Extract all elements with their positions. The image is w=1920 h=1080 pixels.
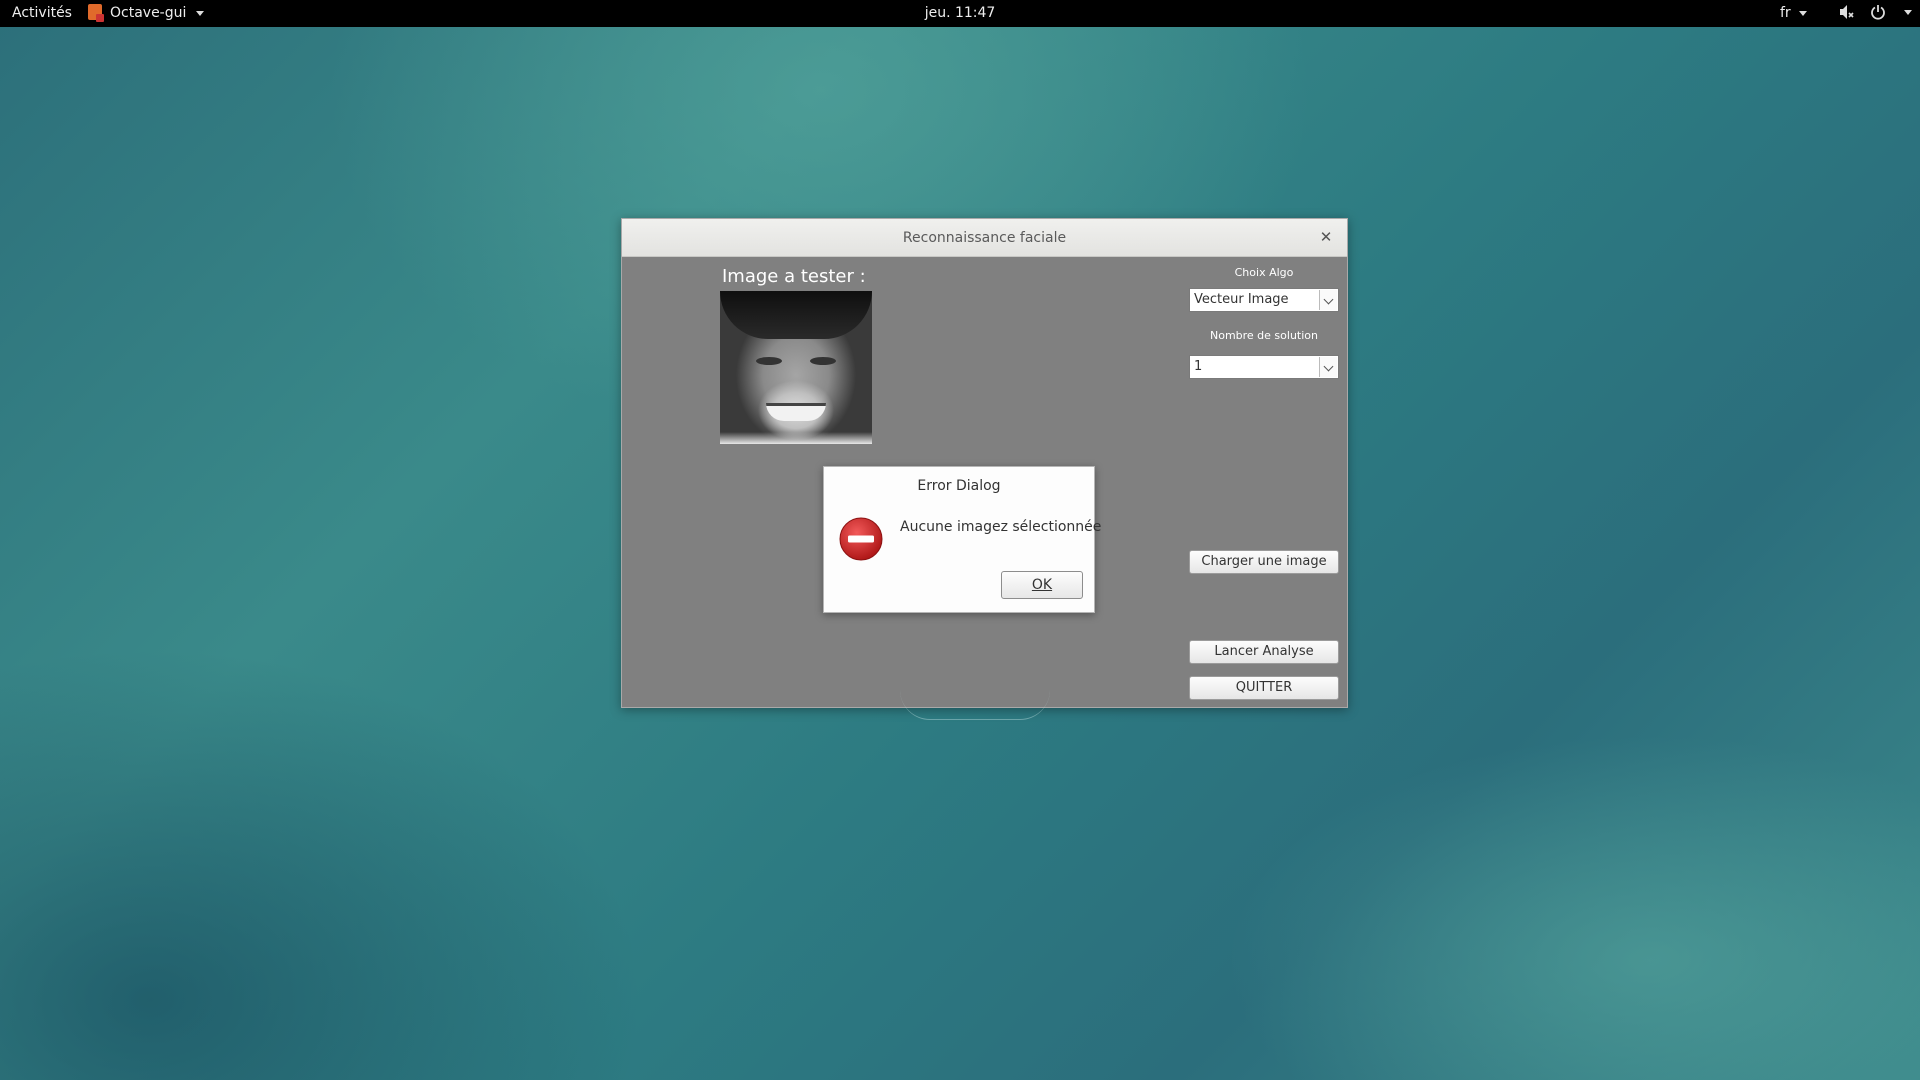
error-dialog: Error Dialog Aucune imagez sélectionnée … — [823, 466, 1101, 613]
algo-label: Choix Algo — [1234, 266, 1294, 279]
power-icon — [1870, 4, 1886, 20]
algo-select-value: Vecteur Image — [1194, 292, 1289, 307]
chevron-down-icon — [1319, 357, 1337, 377]
window-title: Reconnaissance faciale — [902, 230, 1067, 246]
launch-analysis-button[interactable]: Lancer Analyse — [1189, 640, 1339, 664]
dialog-title: Error Dialog — [917, 478, 1001, 494]
window-titlebar[interactable]: Reconnaissance faciale ✕ — [622, 219, 1347, 257]
app-menu-label: Octave-gui — [110, 5, 187, 21]
image-label: Image a tester : — [722, 266, 866, 287]
load-image-button[interactable]: Charger une image — [1189, 550, 1339, 574]
main-window: Reconnaissance faciale ✕ Image a tester … — [621, 218, 1348, 708]
solution-select[interactable]: 1 — [1189, 355, 1339, 379]
chevron-down-icon — [196, 10, 205, 16]
close-icon[interactable]: ✕ — [1317, 228, 1335, 246]
system-menu[interactable] — [1838, 4, 1912, 20]
ok-button[interactable]: OK — [1001, 571, 1083, 599]
solution-select-value: 1 — [1194, 359, 1203, 374]
volume-muted-icon — [1838, 4, 1856, 20]
clock[interactable]: jeu. 11:47 — [925, 5, 996, 21]
octave-app-icon — [88, 4, 104, 22]
algo-select[interactable]: Vecteur Image — [1189, 288, 1339, 312]
chevron-down-icon — [1904, 9, 1912, 15]
solution-label: Nombre de solution — [1209, 329, 1318, 342]
app-menu[interactable]: Octave-gui — [88, 4, 205, 22]
activities-button[interactable]: Activités — [12, 5, 72, 21]
language-label: fr — [1780, 5, 1791, 21]
test-face-image — [720, 291, 872, 444]
error-message: Aucune imagez sélectionnée — [900, 519, 1102, 535]
chevron-down-icon — [1319, 290, 1337, 310]
window-shadow-arc — [900, 690, 1050, 720]
error-icon — [838, 516, 884, 566]
chevron-down-icon — [1799, 10, 1808, 16]
language-indicator[interactable]: fr — [1780, 5, 1808, 21]
quit-button[interactable]: QUITTER — [1189, 676, 1339, 700]
top-bar: Activités Octave-gui jeu. 11:47 fr — [0, 0, 1920, 27]
